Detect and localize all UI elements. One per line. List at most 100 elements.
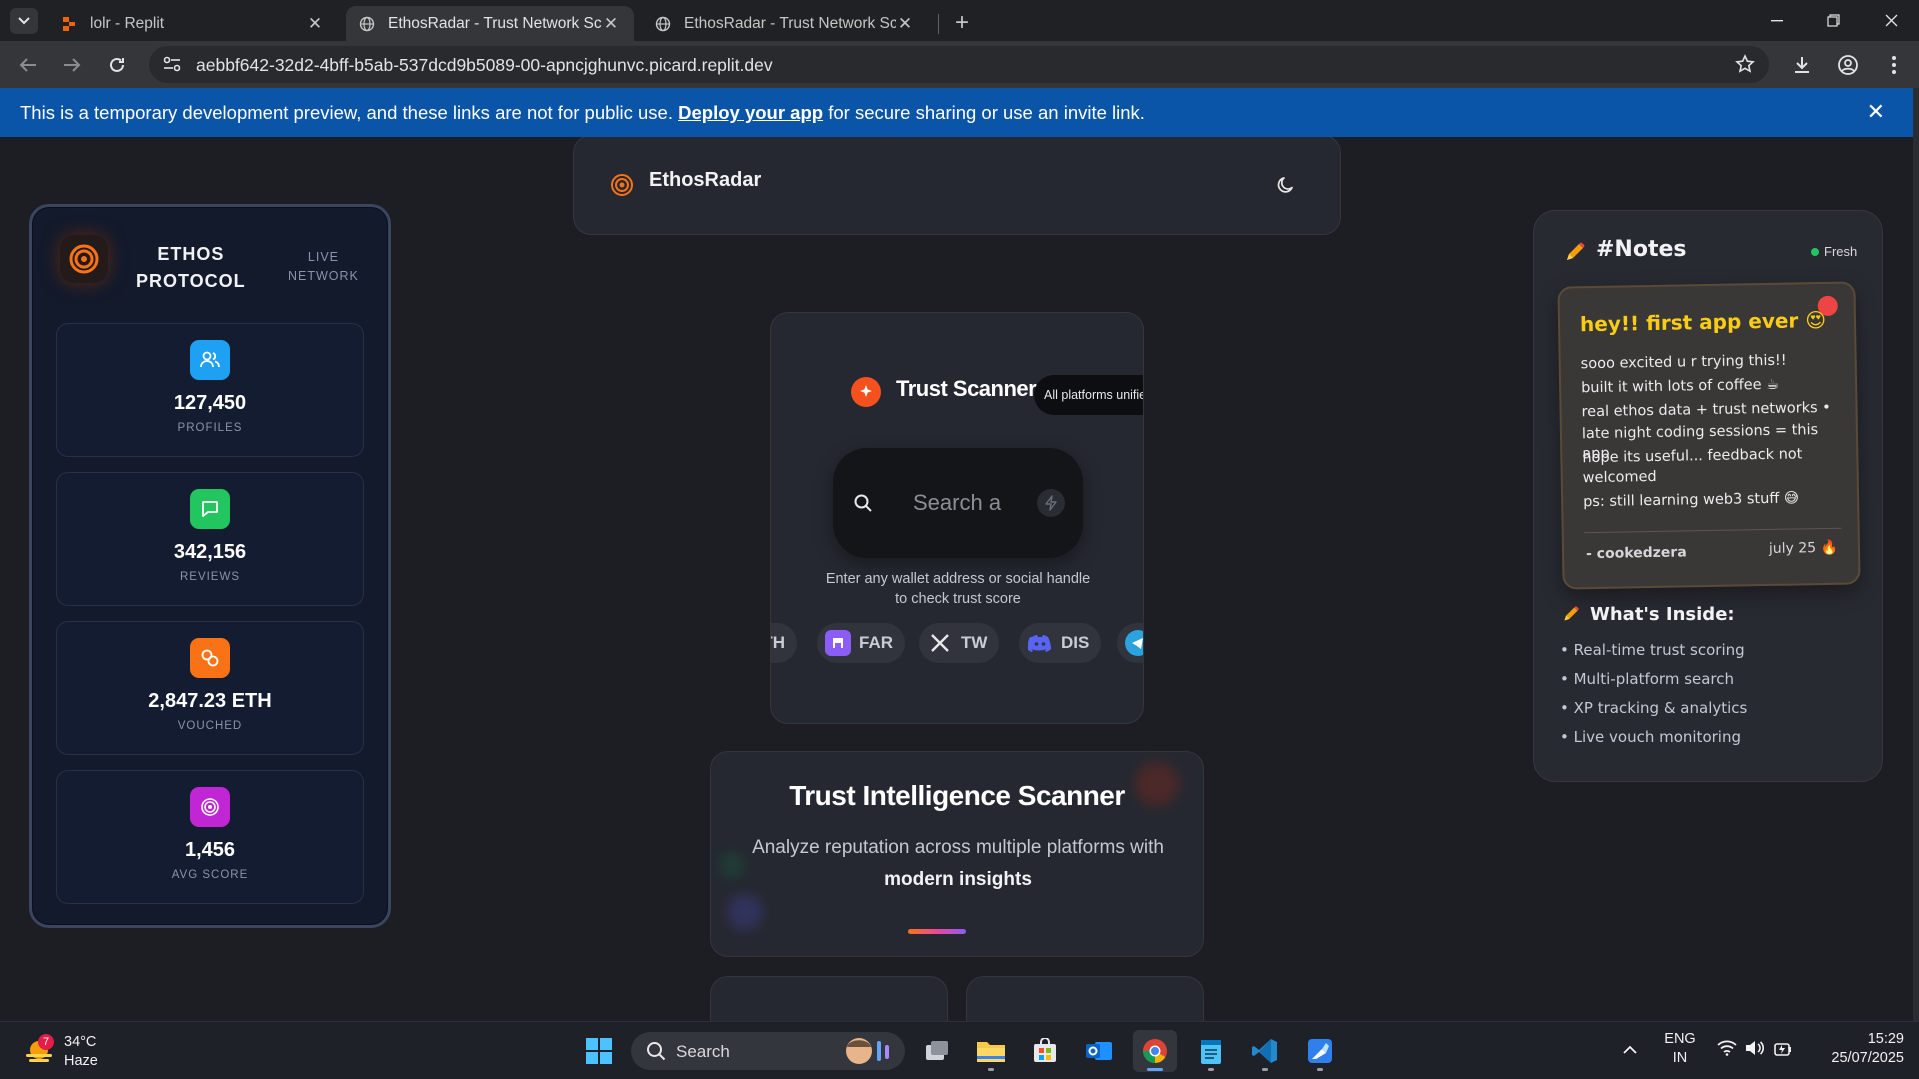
platform-chip-farcaster[interactable]: FAR — [817, 623, 905, 663]
farcaster-icon — [825, 630, 851, 656]
chat-bubble-icon — [190, 489, 230, 529]
site-info-icon[interactable] — [163, 56, 181, 77]
browser-tab[interactable]: EthosRadar - Trust Network Sca ✕ — [642, 6, 928, 41]
kebab-menu-icon[interactable] — [1880, 51, 1908, 79]
platform-chip-eth[interactable]: TH — [771, 623, 797, 663]
profile-icon[interactable] — [1834, 51, 1862, 79]
radar-logo-icon[interactable] — [610, 173, 634, 202]
status-dot — [1811, 247, 1819, 256]
page-scrollbar[interactable] — [1913, 88, 1919, 1021]
address-bar[interactable]: aebbf642-32d2-4bff-b5ab-537dcd9b5089-00-… — [149, 46, 1769, 83]
globe-icon — [358, 15, 376, 33]
browser-tab[interactable]: lolr - Replit ✕ — [48, 6, 338, 41]
battery-icon[interactable] — [1773, 1039, 1793, 1062]
taskbar-search-box[interactable]: Search — [631, 1032, 905, 1070]
tab-title: EthosRadar - Trust Network Sca — [388, 14, 602, 32]
gradient-accent-bar — [908, 929, 966, 934]
clock[interactable]: 15:29 25/07/2025 — [1812, 1030, 1904, 1068]
status-label: Fresh — [1824, 244, 1858, 259]
weather-temp: 34°C — [64, 1034, 97, 1050]
fresh-status-badge: Fresh — [1811, 244, 1857, 259]
restore-window-icon[interactable] — [1805, 0, 1861, 41]
file-explorer-icon[interactable] — [969, 1030, 1013, 1072]
tab-divider — [938, 14, 939, 34]
tab-search-button[interactable] — [10, 8, 38, 34]
microsoft-store-icon[interactable] — [1023, 1030, 1067, 1072]
browser-toolbar: aebbf642-32d2-4bff-b5ab-537dcd9b5089-00-… — [0, 41, 1919, 88]
task-view-icon[interactable] — [915, 1030, 959, 1072]
vscode-icon[interactable] — [1243, 1030, 1287, 1072]
chevron-up-icon[interactable] — [1622, 1042, 1638, 1060]
chrome-icon[interactable] — [1133, 1030, 1177, 1072]
live-line: NETWORK — [288, 269, 359, 283]
close-tab-icon[interactable]: ✕ — [602, 14, 620, 33]
app-title[interactable]: EthosRadar — [649, 169, 761, 192]
search-icon — [853, 493, 873, 518]
windows-start-icon[interactable] — [577, 1030, 621, 1072]
lang-line: ENG — [1664, 1031, 1696, 1047]
running-indicator — [1147, 1068, 1163, 1071]
search-placeholder: Search a — [913, 490, 1002, 515]
sticky-line: sooo excited u r trying this!! — [1580, 352, 1787, 373]
lightning-submit-icon[interactable] — [1037, 489, 1065, 517]
paint-icon[interactable] — [1298, 1030, 1342, 1072]
intel-subtitle-bold: modern insights — [884, 869, 1032, 890]
close-banner-icon[interactable]: ✕ — [1867, 99, 1885, 125]
stat-label: REVIEWS — [179, 571, 241, 583]
wifi-icon[interactable] — [1717, 1040, 1737, 1061]
x-twitter-icon — [927, 630, 953, 656]
search-label: Search — [676, 1042, 730, 1061]
trust-intelligence-card: Trust Intelligence Scanner Analyze reput… — [710, 751, 1204, 957]
notes-card: #Notes Fresh hey!! first app ever 😍 sooo… — [1533, 210, 1883, 782]
brand-line: PROTOCOL — [136, 271, 246, 291]
stat-card-vouched: 2,847.23 ETH VOUCHED — [56, 621, 364, 755]
feature-card — [966, 976, 1204, 1021]
close-tab-icon[interactable]: ✕ — [896, 14, 914, 33]
platform-chip-discord[interactable]: DIS — [1019, 623, 1102, 663]
chip-label: DIS — [1061, 633, 1090, 652]
brand-line: ETHOS — [157, 244, 225, 264]
dev-preview-banner: This is a temporary development preview,… — [0, 88, 1913, 137]
close-window-icon[interactable] — [1863, 0, 1919, 41]
wallet-search-input[interactable]: Search a — [833, 448, 1083, 558]
target-icon — [190, 787, 230, 827]
clock-time: 15:29 — [1867, 1031, 1904, 1047]
moon-icon[interactable] — [1276, 175, 1296, 200]
running-indicator — [988, 1068, 994, 1071]
forward-arrow-icon[interactable] — [58, 51, 86, 79]
platform-chip-telegram[interactable] — [1117, 623, 1143, 663]
search-hint: Enter any wallet address or social handl… — [825, 571, 1091, 607]
deploy-app-link[interactable]: Deploy your app — [678, 102, 823, 123]
minimize-window-icon[interactable] — [1749, 0, 1805, 41]
sticky-line: ps: still learning web3 stuff 😅 — [1583, 490, 1800, 511]
platforms-badge: All platforms unified — [1034, 375, 1143, 415]
discord-icon — [1027, 630, 1053, 656]
running-indicator — [1208, 1068, 1214, 1071]
users-icon — [190, 340, 230, 380]
sticky-note: hey!! first app ever 😍 sooo excited u r … — [1557, 281, 1861, 590]
weather-widget[interactable]: 7 34°C Haze — [20, 1030, 140, 1072]
stat-value: 127,450 — [173, 392, 247, 414]
reload-icon[interactable] — [103, 51, 131, 79]
new-tab-plus-icon[interactable]: + — [950, 9, 974, 37]
banner-text-after: for secure sharing or use an invite link… — [828, 102, 1145, 123]
back-arrow-icon[interactable] — [14, 51, 42, 79]
tab-title: EthosRadar - Trust Network Sca — [684, 14, 896, 32]
star-icon[interactable] — [1735, 54, 1755, 79]
platform-chip-twitter[interactable]: TW — [919, 623, 1000, 663]
windows-taskbar: 7 34°C Haze Search ENG IN 15:29 25/07/20… — [0, 1021, 1919, 1079]
intel-subtitle: Analyze reputation across multiple platf… — [731, 832, 1185, 896]
browser-tab-active[interactable]: EthosRadar - Trust Network Sca ✕ — [346, 6, 634, 41]
app-header: EthosRadar — [573, 137, 1341, 235]
close-tab-icon[interactable]: ✕ — [306, 14, 324, 33]
notepad-icon[interactable] — [1189, 1030, 1233, 1072]
notes-title: #Notes — [1596, 237, 1687, 262]
outlook-icon[interactable] — [1077, 1030, 1121, 1072]
download-icon[interactable] — [1788, 51, 1816, 79]
volume-icon[interactable] — [1745, 1040, 1765, 1061]
url-text: aebbf642-32d2-4bff-b5ab-537dcd9b5089-00-… — [196, 55, 773, 75]
feature-list-item: • XP tracking & analytics — [1560, 699, 1748, 717]
stat-label: VOUCHED — [177, 720, 243, 732]
sticky-date: july 25 🔥 — [1768, 539, 1839, 557]
language-indicator[interactable]: ENG IN — [1660, 1030, 1700, 1068]
